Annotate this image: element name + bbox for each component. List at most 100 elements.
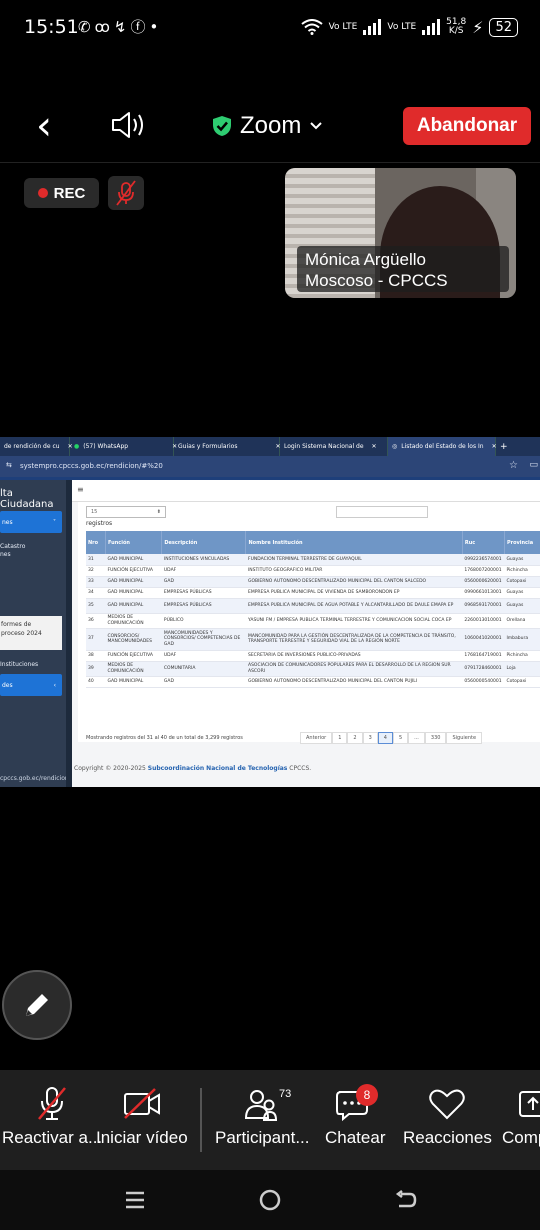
participant-video-tile[interactable]: Mónica Argüello Moscoso - CPCCS xyxy=(285,168,516,298)
page-button[interactable]: 5 xyxy=(392,732,409,744)
browser-tab[interactable]: ● (57) WhatsApp ✕ xyxy=(70,437,177,456)
wifi-icon xyxy=(300,19,323,35)
sidebar-title: lta Ciudadana xyxy=(0,488,54,510)
footer-link[interactable]: Subcoordinación Nacional de Tecnologías xyxy=(148,765,288,772)
table-cell: COMUNITARIA xyxy=(161,661,246,677)
table-cell: FUNCIÓN EJECUTIVA xyxy=(105,565,162,577)
pagination: Anterior 1 2 3 4 5... 330 Siguiente xyxy=(300,732,483,744)
table-row[interactable]: 40 GAD MUNICIPAL GAD GOBIERNO AUTONOMO DESC… xyxy=(86,676,540,688)
facebook-icon: ⓕ xyxy=(130,18,150,36)
address-bar[interactable]: ⇆ systempro.cpccs.gob.ec/rendicion/#%20 … xyxy=(0,456,540,477)
table-cell: YASUNI FM / EMPRESA PUBLICA TERMINAL TER… xyxy=(245,613,463,629)
table-cell: 40 xyxy=(86,676,106,688)
close-icon[interactable]: ✕ xyxy=(372,443,377,450)
table-cell: GAD MUNICIPAL xyxy=(105,587,162,599)
table-row[interactable]: 37 CONSORCIOS/ MANCOMUNIDADES MANCOMUNIDAD… xyxy=(86,628,540,651)
unmute-label: Reactivar a... xyxy=(2,1128,103,1147)
table-row[interactable]: 38 FUNCIÓN EJECUTIVA UDAF SECRETARIA DE INV… xyxy=(86,650,540,662)
battery-icon: 52 xyxy=(489,17,518,37)
table-row[interactable]: 31 GAD MUNICIPAL INSTITUCIONES VINCULADAS F… xyxy=(86,554,540,566)
page-button[interactable]: 330 xyxy=(424,732,447,744)
hamburger-icon[interactable]: ≡ xyxy=(77,485,84,494)
meeting-toolbar: Reactivar a... Iniciar vídeo Participant… xyxy=(0,1070,540,1170)
status-bar: 15:51 ✆ꝏ↯ⓕ• Vo LTE Vo LTE 51,8 K/S ⚡ 52 xyxy=(0,0,540,56)
records-summary: Mostrando registros del 31 al 40 de un t… xyxy=(86,735,243,741)
page-button[interactable]: ... xyxy=(408,732,425,744)
top-divider xyxy=(0,162,540,163)
table-cell: 0968593170001 xyxy=(462,598,505,614)
new-tab-button[interactable]: + xyxy=(496,437,512,456)
net-speed: 51,8 K/S xyxy=(446,18,466,36)
chevron-updown-icon: ⬍ xyxy=(156,509,161,515)
browser-tab[interactable]: Guias y Formularios ✕ xyxy=(174,437,281,456)
browser-tab[interactable]: Login Sistema Nacional de ✕ xyxy=(280,437,388,456)
start-video-button[interactable]: Iniciar vídeo xyxy=(96,1086,188,1148)
recording-label: REC xyxy=(53,184,86,202)
chevron-down-icon: ˅ xyxy=(53,518,56,526)
extension-icon[interactable]: ▭ xyxy=(529,460,538,470)
site-info-icon[interactable]: ⇆ xyxy=(6,461,12,469)
sidebar-item-instituciones[interactable]: Instituciones xyxy=(0,661,38,669)
sidebar-item-informes[interactable]: formes de proceso 2024 xyxy=(0,616,62,650)
page-button[interactable]: Siguiente xyxy=(446,732,483,744)
table-row[interactable]: 35 GAD MUNICIPAL EMPRESAS PÚBLICAS EMPRESA … xyxy=(86,598,540,614)
column-header[interactable]: Descripción xyxy=(161,531,247,554)
tab-label: (57) WhatsApp xyxy=(83,443,129,450)
column-header[interactable]: Ruc xyxy=(462,531,505,554)
registros-label: registros xyxy=(86,520,113,527)
page-button[interactable]: Anterior xyxy=(300,732,333,744)
volte-1-label: Vo LTE xyxy=(328,21,358,32)
annotate-button[interactable] xyxy=(2,970,72,1040)
table-card: 15 ⬍ registros Nro Función Descripción No… xyxy=(78,502,540,744)
sidebar-menu-button[interactable]: nes ˅ xyxy=(0,511,62,533)
share-button[interactable]: Comp xyxy=(502,1086,540,1148)
unmute-button[interactable]: Reactivar a... xyxy=(2,1086,102,1148)
shared-screen[interactable]: de rendición de cu ✕ ● (57) WhatsApp ✕ Guia… xyxy=(0,437,540,787)
browser-tab-active[interactable]: ◎ Listado del Estado de los In ✕ xyxy=(388,437,497,456)
table-cell: Loja xyxy=(504,661,540,677)
page-button[interactable]: 4 xyxy=(377,732,393,744)
table-cell: GAD xyxy=(161,676,246,688)
page-button[interactable]: 3 xyxy=(362,732,378,744)
participants-button[interactable]: Participant... 73 xyxy=(215,1086,310,1148)
meeting-title[interactable]: Zoom xyxy=(212,112,323,140)
chevron-down-icon xyxy=(310,122,323,130)
column-header[interactable]: Provincia xyxy=(504,531,540,554)
table-row[interactable]: 36 MEDIOS DE COMUNICACIÓN PÚBLICO YASUNI FM… xyxy=(86,613,540,629)
table-row[interactable]: 39 MEDIOS DE COMUNICACIÓN COMUNITARIA ASOCI… xyxy=(86,661,540,677)
leave-button[interactable]: Abandonar xyxy=(403,107,531,145)
recent-apps-icon[interactable] xyxy=(124,1190,146,1210)
globe-icon: ◎ xyxy=(392,443,398,450)
table-row[interactable]: 32 FUNCIÓN EJECUTIVA UDAF INSTITUTO GEOGRAF… xyxy=(86,565,540,577)
table-cell: GOBIERNO AUTONOMO DESCENTRALIZADO MUNICI… xyxy=(245,576,463,588)
table-cell: GOBIERNO AUTONOMO DESCENTRALIZADO MUNICI… xyxy=(245,676,463,688)
page-size-select[interactable]: 15 ⬍ xyxy=(86,506,166,518)
sidebar-item-catastro[interactable]: Catastro nes xyxy=(0,543,25,559)
meeting-title-text: Zoom xyxy=(240,112,302,139)
back-arrow-icon[interactable]: ‹ xyxy=(36,106,52,146)
table-cell: MANCOMUNIDADES Y CONSORCIOS/ COMPETENCIA… xyxy=(161,628,246,651)
column-header[interactable]: Función xyxy=(105,531,163,554)
heart-icon xyxy=(429,1089,466,1120)
page-button[interactable]: 2 xyxy=(347,732,363,744)
share-label: Comp xyxy=(502,1128,540,1147)
chat-button[interactable]: Chatear 8 xyxy=(325,1084,385,1148)
table-cell: 0560000540001 xyxy=(462,676,505,688)
table-row[interactable]: 34 GAD MUNICIPAL EMPRESAS PÚBLICAS EMPRESA … xyxy=(86,587,540,599)
sidebar-menu-button-2[interactable]: des ‹ xyxy=(0,674,62,696)
reactions-button[interactable]: Reacciones xyxy=(403,1086,492,1148)
search-input[interactable] xyxy=(336,506,428,518)
column-header[interactable]: Nombre Institución xyxy=(245,531,463,554)
url-text[interactable]: systempro.cpccs.gob.ec/rendicion/#%20 xyxy=(20,462,163,470)
page-button[interactable]: 1 xyxy=(332,732,348,744)
back-icon[interactable] xyxy=(394,1188,418,1212)
column-header[interactable]: Nro xyxy=(86,531,106,554)
speaker-icon[interactable] xyxy=(110,110,148,140)
bookmark-star-icon[interactable]: ☆ xyxy=(509,460,518,471)
home-icon[interactable] xyxy=(258,1188,282,1212)
table-cell: 0791728460001 xyxy=(462,661,505,677)
table-row[interactable]: 33 GAD MUNICIPAL GAD GOBIERNO AUTONOMO DESC… xyxy=(86,576,540,588)
table-cell: 38 xyxy=(86,650,106,662)
browser-tab[interactable]: de rendición de cu ✕ xyxy=(0,437,73,456)
whatsapp-icon: ● xyxy=(74,443,80,450)
